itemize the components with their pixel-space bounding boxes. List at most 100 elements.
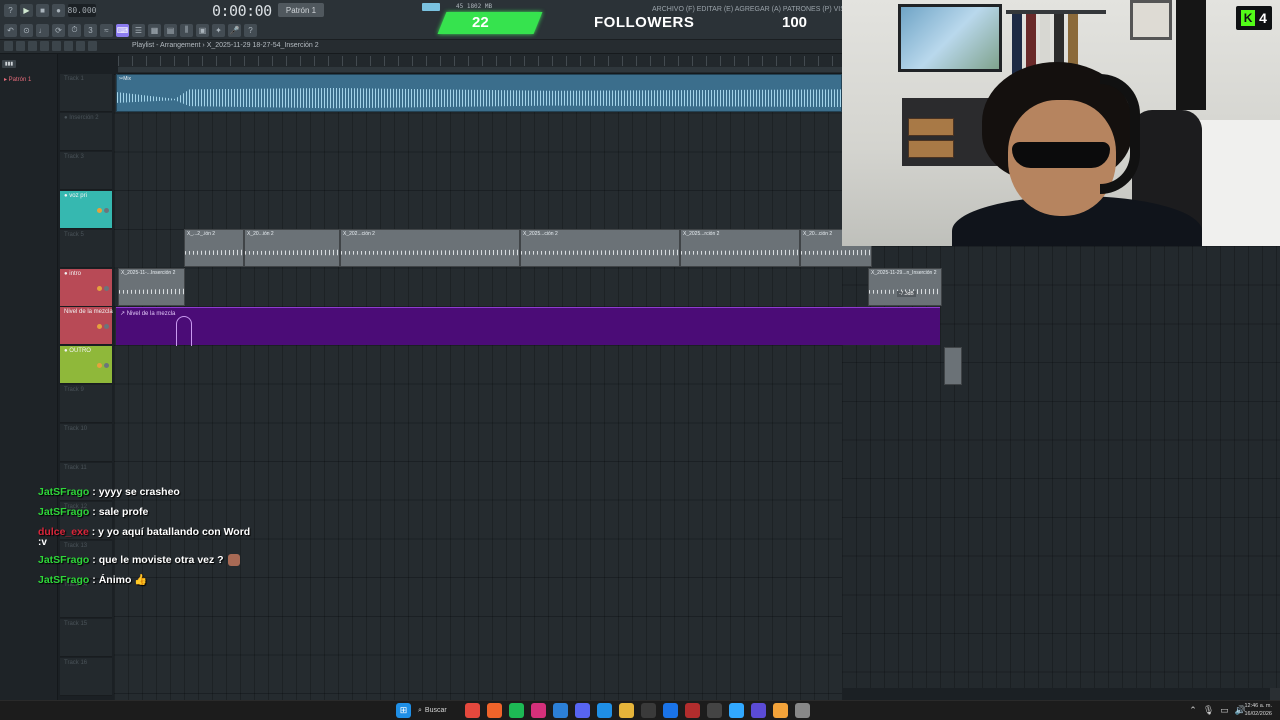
track-header[interactable]: Nivel de la mezcla	[60, 307, 113, 346]
chrome-icon[interactable]	[465, 703, 480, 718]
fl-icon[interactable]	[773, 703, 788, 718]
solo-icon[interactable]	[104, 207, 109, 213]
audio-clip-outro[interactable]	[944, 347, 962, 385]
audio-clip-vocal[interactable]: X_202...ción 2	[340, 229, 520, 267]
chat-emote-icon	[227, 554, 240, 567]
draw-tool-icon[interactable]	[4, 41, 13, 51]
audio-clip-vocal[interactable]: X_...2_.ión 2	[184, 229, 244, 267]
audio-clip-master[interactable]: ✂Mix	[116, 74, 842, 112]
track-header[interactable]: Track 1	[60, 74, 112, 112]
undo-icon[interactable]: ↶	[4, 23, 17, 37]
obs-icon[interactable]	[751, 703, 766, 718]
solo-icon[interactable]	[104, 285, 109, 291]
spotify-icon[interactable]	[509, 703, 524, 718]
instagram-icon[interactable]	[531, 703, 546, 718]
snap-icon[interactable]: ⊙	[20, 23, 33, 37]
slip-tool-icon[interactable]	[52, 41, 61, 51]
track-controls[interactable]	[97, 324, 109, 330]
zoom-tool-icon[interactable]	[88, 41, 97, 51]
stop-icon[interactable]: ■	[36, 3, 49, 17]
hint-icon[interactable]: ?	[4, 3, 17, 17]
browser-item-pattern[interactable]: ▸ Patrón 1	[4, 76, 31, 83]
delete-tool-icon[interactable]	[28, 41, 37, 51]
track-header[interactable]: ● Inserción 2	[60, 112, 112, 151]
countdown-icon[interactable]: 3	[84, 23, 97, 37]
tempo-display[interactable]: 80.000	[68, 3, 96, 17]
edge-icon[interactable]	[597, 703, 612, 718]
slice-tool-icon[interactable]	[64, 41, 73, 51]
mic-icon[interactable]: 🎙	[1203, 705, 1214, 716]
track-header[interactable]: Track 10	[60, 424, 112, 463]
taskbar-apps: ⊞ ⌕ Buscar	[396, 703, 810, 718]
network-icon[interactable]: ▭	[1220, 705, 1229, 716]
arrangement-grid[interactable]	[114, 74, 842, 700]
mute-tool-icon[interactable]	[40, 41, 49, 51]
track-name: Track 16	[64, 659, 88, 666]
audio-clip-intro-end[interactable]: X_2025-11-29...n_Inserción 2 -7.3dB	[868, 268, 942, 306]
brave-icon[interactable]	[487, 703, 502, 718]
track-controls[interactable]	[97, 363, 109, 369]
automation-clip[interactable]: ↗ Nivel de la mezcla	[116, 307, 940, 346]
browser-tab[interactable]: ▮▮▮	[2, 60, 16, 68]
browser-icon[interactable]: ▣	[196, 23, 209, 37]
start-icon[interactable]: ⊞	[396, 703, 411, 718]
kick-viewer-badge: K 4	[1236, 6, 1272, 30]
track-header[interactable]: ● OUTRO	[60, 346, 112, 385]
taskbar-clock[interactable]: 12:46 a. m. 16/02/2026	[1244, 702, 1272, 718]
piano-roll-icon[interactable]: ▦	[148, 23, 161, 37]
microphone-icon[interactable]: 🎤	[228, 23, 241, 37]
record-icon[interactable]: ●	[52, 3, 65, 17]
pattern-selector[interactable]: Patrón 1	[278, 3, 324, 17]
channel-rack-icon[interactable]: ▤	[164, 23, 177, 37]
loop-icon[interactable]: ⟳	[52, 23, 65, 37]
select-tool-icon[interactable]	[76, 41, 85, 51]
audio-clip-vocal[interactable]: X_2025...ción 2	[520, 229, 680, 267]
mute-icon[interactable]	[97, 363, 102, 369]
track-name: ● voz pri	[64, 192, 87, 199]
app-icon[interactable]	[685, 703, 700, 718]
scroll-corner[interactable]	[1270, 688, 1280, 700]
mute-icon[interactable]	[97, 207, 102, 213]
track-header[interactable]: Track 16	[60, 657, 112, 696]
metronome-icon[interactable]: ♩	[36, 23, 49, 37]
outlook-icon[interactable]	[663, 703, 678, 718]
track-header[interactable]: Track 3	[60, 151, 112, 190]
settings-icon[interactable]	[795, 703, 810, 718]
blend-icon[interactable]: ≈	[100, 23, 113, 37]
help-icon[interactable]: ?	[244, 23, 257, 37]
track-header[interactable]: Track 5	[60, 229, 112, 268]
playlist-icon[interactable]: ☰	[132, 23, 145, 37]
mute-icon[interactable]	[97, 285, 102, 291]
chevron-up-icon[interactable]: ⌃	[1189, 705, 1197, 716]
audio-clip-vocal[interactable]: X_20...ión 2	[244, 229, 340, 267]
track-controls[interactable]	[97, 285, 109, 291]
taskbar-search[interactable]: ⌕ Buscar	[418, 703, 458, 718]
track-header[interactable]: Track 9	[60, 385, 112, 424]
audio-clip-vocal[interactable]: X_2025...rción 2	[680, 229, 800, 267]
typing-keyboard-icon[interactable]: ⌨	[116, 23, 129, 37]
track-name: Track 10	[64, 426, 88, 433]
chat-message: JatSFrago : que le moviste otra vez ?	[38, 550, 298, 570]
mute-icon[interactable]	[97, 324, 102, 330]
timeline-ruler[interactable]	[118, 54, 842, 74]
wait-icon[interactable]: ⏱	[68, 23, 81, 37]
paint-tool-icon[interactable]	[16, 41, 25, 51]
mixer-icon[interactable]: ⫼	[180, 23, 193, 37]
files-icon[interactable]	[619, 703, 634, 718]
track-header[interactable]: Track 15	[60, 618, 112, 657]
audio-clip-intro[interactable]: X_2025-11-...Inserción 2	[118, 268, 185, 306]
lock-icon[interactable]	[707, 703, 722, 718]
store-icon[interactable]	[641, 703, 656, 718]
plugin-icon[interactable]: ✦	[212, 23, 225, 37]
play-icon[interactable]: ▶	[20, 3, 33, 17]
track-controls[interactable]	[97, 207, 109, 213]
vscode-icon[interactable]	[553, 703, 568, 718]
track-header[interactable]: ● voz pri	[60, 190, 112, 229]
track-header[interactable]: ● intro	[60, 268, 112, 307]
solo-icon[interactable]	[104, 324, 109, 330]
discord-icon[interactable]	[575, 703, 590, 718]
solo-icon[interactable]	[104, 363, 109, 369]
automation-label: ↗ Nivel de la mezcla	[120, 311, 176, 317]
photoshop-icon[interactable]	[729, 703, 744, 718]
taskbar-date: 16/02/2026	[1244, 711, 1272, 717]
